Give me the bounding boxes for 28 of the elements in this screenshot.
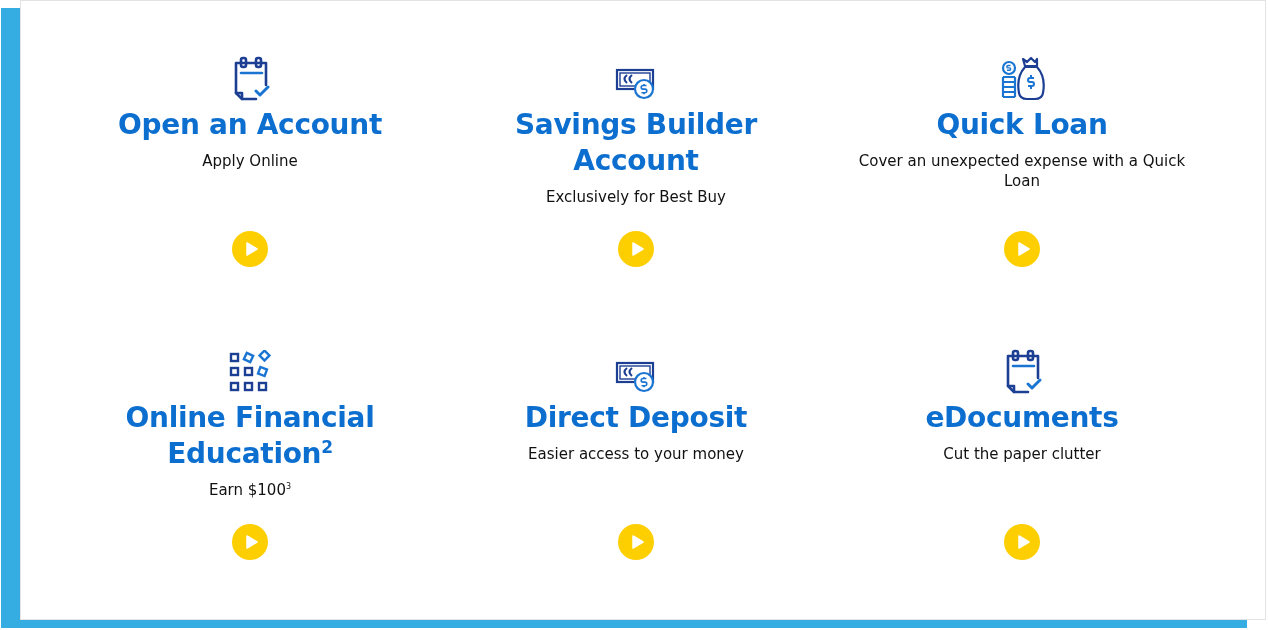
tile-title: eDocuments [925, 400, 1119, 436]
cash-coin-icon [615, 67, 657, 101]
play-button[interactable] [1004, 524, 1040, 560]
play-icon [245, 535, 258, 549]
play-button[interactable] [232, 231, 268, 267]
play-icon [1017, 535, 1030, 549]
play-button[interactable] [232, 524, 268, 560]
play-icon [245, 242, 258, 256]
play-button[interactable] [618, 231, 654, 267]
money-bag-coins-icon [999, 55, 1045, 101]
tile-title: Open an Account [118, 107, 382, 143]
play-icon [1017, 242, 1030, 256]
play-button[interactable] [1004, 231, 1040, 267]
play-icon [631, 535, 644, 549]
tile-title: Savings Builder Account [513, 107, 759, 179]
tile-description: Earn $100$^{3}$ [208, 480, 292, 500]
tile-title: Quick Loan [936, 107, 1108, 143]
tile-description: Cut the paper clutter [943, 444, 1101, 464]
tile-description: Exclusively for Best Buy [546, 187, 726, 207]
tile-description: Easier access to your money [528, 444, 744, 464]
tile-description: Apply Online [202, 151, 298, 171]
tile-title: Online Financial Education$^{2}$ [124, 400, 376, 472]
play-icon [631, 242, 644, 256]
squares-grid-icon [228, 350, 272, 394]
play-button[interactable] [618, 524, 654, 560]
tile-description: Cover an unexpected expense with a Quick Loan [857, 151, 1187, 191]
tile-title: Direct Deposit [524, 400, 748, 436]
cash-coin-icon [615, 360, 657, 394]
